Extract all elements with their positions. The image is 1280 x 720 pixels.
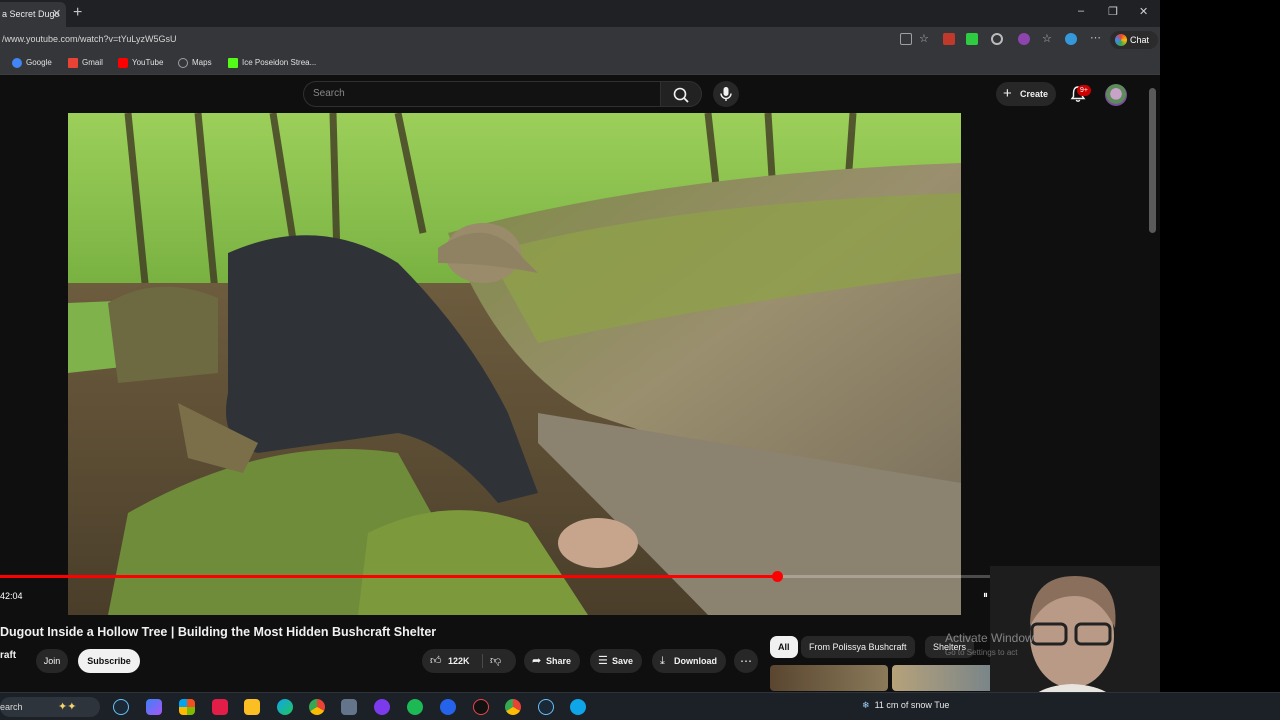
download-label: Download xyxy=(674,656,717,666)
avatar[interactable] xyxy=(1105,84,1127,106)
app-icon[interactable] xyxy=(374,699,390,715)
activate-windows-subtitle: Go to Settings to act xyxy=(945,648,1018,657)
restore-button[interactable]: ❐ xyxy=(1108,5,1118,18)
join-button[interactable]: Join xyxy=(36,649,68,673)
favorites-icon[interactable]: ☆ xyxy=(1042,33,1054,45)
tab-title: a Secret Dugo xyxy=(2,9,60,19)
file-explorer-icon[interactable] xyxy=(244,699,260,715)
url-text[interactable]: /www.youtube.com/watch?v=tYuLyzW5GsU xyxy=(2,34,177,44)
page-scrollbar[interactable] xyxy=(1149,88,1156,233)
bookmark-maps[interactable]: Maps xyxy=(178,58,212,68)
microphone-icon xyxy=(720,87,732,101)
tab-close-icon[interactable]: ✕ xyxy=(52,2,61,27)
save-label: Save xyxy=(612,656,634,666)
app-icon[interactable] xyxy=(440,699,456,715)
address-bar[interactable]: /www.youtube.com/watch?v=tYuLyzW5GsU xyxy=(0,27,1160,53)
chat-button[interactable]: Chat xyxy=(1110,31,1158,49)
time-elapsed: 42:04 xyxy=(0,591,23,601)
desktop-background xyxy=(1160,0,1280,720)
recommended-thumbnail[interactable] xyxy=(770,665,888,691)
progress-played xyxy=(0,575,777,578)
kick-icon xyxy=(228,58,238,68)
search-button[interactable] xyxy=(660,81,702,107)
favorite-star-icon[interactable]: ☆ xyxy=(919,33,931,45)
new-tab-button[interactable]: + xyxy=(73,4,82,22)
google-icon xyxy=(12,58,22,68)
save-playlist-icon: ☰ xyxy=(598,655,608,667)
progress-scrubber-handle[interactable] xyxy=(772,571,783,582)
weather-text: 11 cm of snow Tue xyxy=(874,700,950,710)
bookmark-gmail[interactable]: Gmail xyxy=(68,58,103,68)
bookmarks-bar xyxy=(0,53,1160,75)
like-dislike-group: 👍︎ 122K 👎︎ xyxy=(422,649,516,673)
gmail-icon xyxy=(68,58,78,68)
thumbs-up-icon[interactable]: 👍︎ xyxy=(430,649,442,673)
edge-icon[interactable] xyxy=(277,699,293,715)
download-button[interactable]: ⤓ Download xyxy=(652,649,726,673)
sparkle-icon: ✦✦ xyxy=(58,701,77,713)
like-divider xyxy=(482,654,483,668)
extension-icon[interactable] xyxy=(1018,33,1030,45)
extension-icon[interactable] xyxy=(943,33,955,45)
video-title: Dugout Inside a Hollow Tree | Building t… xyxy=(0,625,437,639)
pause-icon[interactable]: ⏸ xyxy=(983,590,988,601)
steam-icon[interactable] xyxy=(113,699,129,715)
taskbar-search[interactable]: earch ✦✦ xyxy=(0,697,100,717)
menu-dots-icon[interactable]: ⋯ xyxy=(1090,33,1102,45)
search-placeholder: Search xyxy=(313,88,345,99)
subscribe-button[interactable]: Subscribe xyxy=(78,649,140,673)
share-button[interactable]: ➦ Share xyxy=(524,649,580,673)
app-icon[interactable] xyxy=(212,699,228,715)
save-button[interactable]: ☰ Save xyxy=(590,649,642,673)
profile-icon[interactable] xyxy=(1065,33,1077,45)
extensions-puzzle-icon[interactable] xyxy=(991,33,1003,45)
bookmark-youtube[interactable]: YouTube xyxy=(118,58,163,68)
chrome-icon[interactable] xyxy=(309,699,325,715)
reader-mode-icon[interactable] xyxy=(900,33,912,45)
share-icon: ➦ xyxy=(532,655,542,667)
app-icon[interactable] xyxy=(570,699,586,715)
copilot-icon[interactable] xyxy=(146,699,162,715)
taskbar-search-label: earch xyxy=(0,702,23,712)
screen: a Secret Dugo ✕ + – ❐ ✕ /www.youtube.com… xyxy=(0,0,1280,720)
youtube-icon xyxy=(118,58,128,68)
spotify-icon[interactable] xyxy=(407,699,423,715)
store-icon[interactable] xyxy=(179,699,195,715)
download-icon: ⤓ xyxy=(660,655,665,667)
app-icon[interactable] xyxy=(341,699,357,715)
video-player[interactable] xyxy=(68,113,961,615)
chip-from-channel[interactable]: From Polissya Bushcraft xyxy=(801,636,915,658)
search-icon xyxy=(673,87,689,103)
more-actions-button[interactable]: ⋯ xyxy=(734,649,758,673)
channel-name[interactable]: raft xyxy=(0,650,16,661)
chrome-icon[interactable] xyxy=(505,699,521,715)
activate-windows-title: Activate Window xyxy=(945,631,1034,645)
browser-tab-bar: a Secret Dugo ✕ + – ❐ ✕ xyxy=(0,0,1160,27)
bookmark-ice-poseidon[interactable]: Ice Poseidon Strea... xyxy=(228,58,316,68)
close-window-button[interactable]: ✕ xyxy=(1139,5,1148,18)
share-label: Share xyxy=(546,656,572,666)
voice-search-button[interactable] xyxy=(713,81,739,107)
notification-badge: 9+ xyxy=(1077,85,1091,96)
like-count[interactable]: 122K xyxy=(448,649,470,673)
search-input[interactable] xyxy=(303,81,660,107)
steam-icon[interactable] xyxy=(538,699,554,715)
globe-icon xyxy=(178,58,188,68)
create-label: Create xyxy=(1020,89,1049,99)
chip-all[interactable]: All xyxy=(770,636,798,658)
app-icon[interactable] xyxy=(473,699,489,715)
weather-widget[interactable]: ❄ 11 cm of snow Tue xyxy=(862,700,949,711)
video-frame-image xyxy=(68,113,961,615)
browser-tab[interactable]: a Secret Dugo ✕ xyxy=(0,2,66,27)
create-button[interactable]: + Create xyxy=(996,82,1056,106)
thumbs-down-icon[interactable]: 👎︎ xyxy=(490,649,501,673)
snow-icon: ❄ xyxy=(862,700,870,710)
bookmark-google[interactable]: Google xyxy=(12,58,52,68)
chat-label: Chat xyxy=(1130,35,1150,45)
minimize-button[interactable]: – xyxy=(1078,5,1084,17)
copilot-icon xyxy=(1115,34,1127,46)
extension-check-icon[interactable] xyxy=(966,33,978,45)
plus-icon: + xyxy=(1003,85,1012,102)
